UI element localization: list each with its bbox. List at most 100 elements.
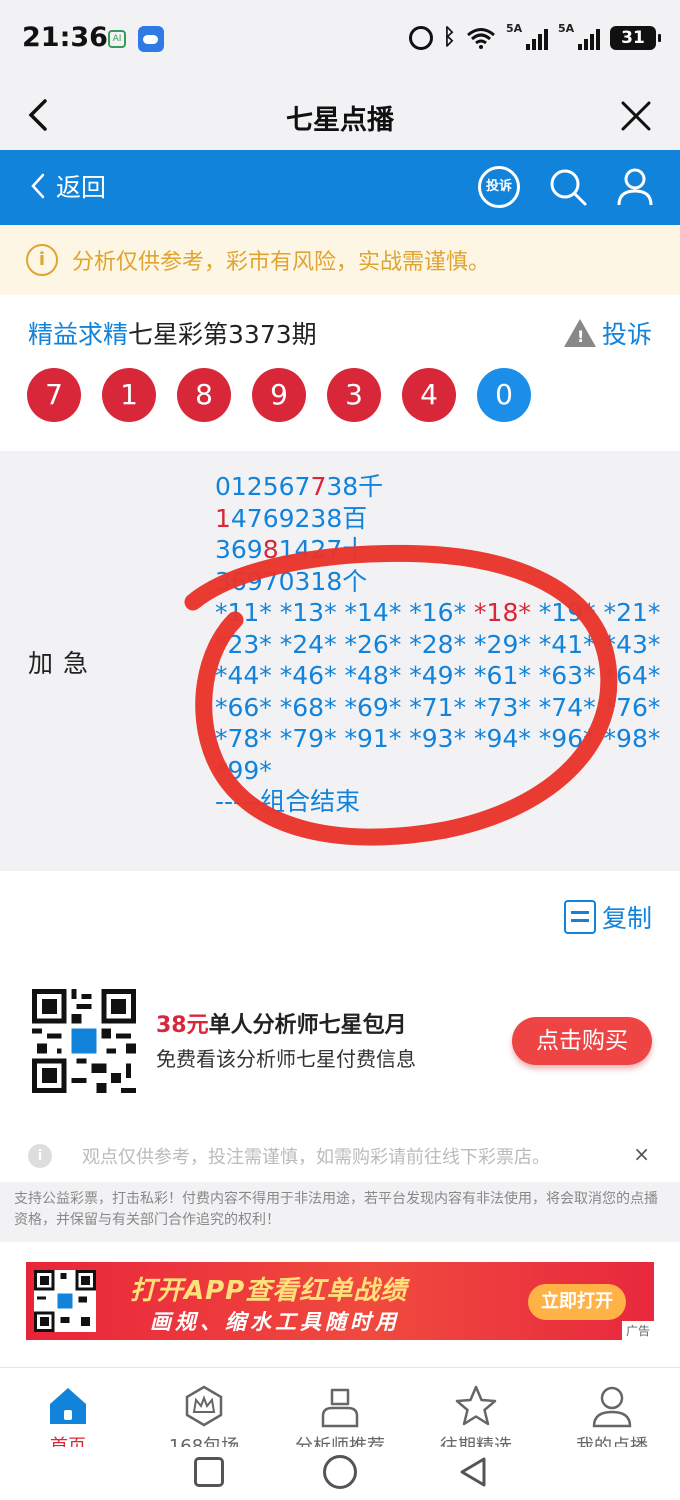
combo-row: *99* <box>215 755 272 785</box>
combo-row: *19* *21* <box>530 598 661 627</box>
promo-title: 38元单人分析师七星包月 <box>156 1007 407 1039</box>
back-button[interactable]: 返回 <box>30 168 106 204</box>
page-title: 七星点播 <box>286 105 394 136</box>
close-notice-button[interactable]: × <box>633 1142 650 1166</box>
app-ad-banner[interactable]: 打开APP查看红单战绩 画规、缩水工具随时用 立即打开 广告 <box>26 1262 654 1340</box>
line2-hit: 1 <box>215 503 231 533</box>
line1-hit: 7 <box>310 472 327 501</box>
tab-label: 我的点播 <box>576 1436 648 1447</box>
promo-price: 38元 <box>156 1013 209 1038</box>
info-icon: i <box>28 1144 52 1168</box>
user-icon <box>592 1386 632 1428</box>
signal-2-label: 5A <box>558 22 575 35</box>
info-icon: i <box>26 244 58 276</box>
system-nav-bar <box>0 1447 680 1500</box>
combo-row: *11* *13* *14* *16* <box>215 598 475 627</box>
status-icons: ᛒ 5A 5A 31 <box>408 22 661 50</box>
urgent-label: 加急 <box>28 649 99 678</box>
tab-history[interactable]: 往期精选 <box>408 1368 544 1447</box>
warning-icon: ! <box>563 319 596 347</box>
crown-icon <box>185 1385 223 1427</box>
recents-button[interactable] <box>194 1457 224 1487</box>
number-ball: 7 <box>27 368 81 422</box>
line1-part: 012567 <box>215 472 311 501</box>
number-ball: 1 <box>102 368 156 422</box>
qr-code <box>32 989 136 1093</box>
line3-part: 1427十 <box>278 535 368 564</box>
promo-name: 单人分析师七星包月 <box>208 1013 407 1038</box>
status-bar: 21:36 AI ᛒ 5A 5A 31 <box>0 0 680 78</box>
lottery-header-card: 精益求精七星彩第3373期 ! 投诉 7 1 8 9 3 4 0 <box>0 295 680 451</box>
tab-168[interactable]: 168包场 <box>136 1368 272 1447</box>
chevron-left-icon <box>31 173 45 199</box>
purchase-notice: i 观点仅供参考，投注需谨慎，如需购彩请前往线下彩票店。 × <box>0 1130 680 1182</box>
combo-hit: *18* <box>474 598 531 627</box>
status-time: 21:36 <box>22 22 108 53</box>
star-icon <box>455 1385 497 1426</box>
home-button[interactable] <box>323 1455 357 1489</box>
back-button[interactable] <box>456 1455 490 1489</box>
issue-label: 七星彩第3373期 <box>128 320 317 349</box>
signal-1-icon: 5A <box>506 22 548 50</box>
signal-2-icon: 5A <box>558 22 600 50</box>
buy-button[interactable]: 点击购买 <box>512 1017 652 1065</box>
tab-my-orders[interactable]: 我的点播 <box>544 1368 680 1447</box>
ai-app-icon: AI <box>108 30 126 48</box>
line4: 36970318个 <box>215 566 368 596</box>
battery-icon: 31 <box>610 26 661 50</box>
line2-part: 4769238百 <box>230 503 368 533</box>
tab-analyst[interactable]: 分析师推荐 <box>272 1368 408 1447</box>
card-title: 精益求精七星彩第3373期 <box>28 315 317 351</box>
promo-subtitle: 免费看该分析师七星付费信息 <box>156 1047 416 1071</box>
report-label: 投诉 <box>601 320 652 349</box>
line3-part: 369 <box>215 535 263 564</box>
line1-part: 38千 <box>326 472 384 501</box>
tab-label: 首页 <box>50 1436 86 1447</box>
combo-row: *66* *68* *69* *71* *73* *74* *76* <box>215 692 661 722</box>
qr-code <box>34 1270 96 1332</box>
purchase-notice-text: 观点仅供参考，投注需谨慎，如需购彩请前往线下彩票店。 <box>82 1147 550 1168</box>
copy-icon <box>563 900 596 934</box>
close-icon[interactable] <box>620 100 652 132</box>
home-icon <box>50 1388 86 1424</box>
search-icon[interactable] <box>548 167 588 207</box>
copy-label: 复制 <box>601 904 652 933</box>
ad-banner-section: 打开APP查看红单战绩 画规、缩水工具随时用 立即打开 广告 <box>0 1242 680 1367</box>
nav-bar: 返回 投诉 <box>0 150 680 225</box>
wifi-icon <box>467 28 495 49</box>
complain-button[interactable]: 投诉 <box>478 166 520 208</box>
tab-label: 168包场 <box>168 1436 240 1447</box>
number-ball: 4 <box>402 368 456 422</box>
user-icon[interactable] <box>616 167 654 207</box>
weather-app-icon <box>138 26 164 52</box>
notice-text: 分析仅供参考，彩市有风险，实战需谨慎。 <box>72 250 491 275</box>
tab-home[interactable]: 首页 <box>0 1368 136 1447</box>
copy-button[interactable]: 复制 <box>563 899 652 935</box>
line3-hit: 8 <box>262 535 279 564</box>
winning-numbers: 7 1 8 9 3 4 0 <box>27 368 531 422</box>
combo-row: *44* *46* *48* *49* *61* *63* *64* <box>215 661 661 690</box>
alarm-icon <box>408 26 433 50</box>
ad-tag: 广告 <box>621 1321 654 1340</box>
number-ball: 9 <box>252 368 306 422</box>
banner-subline: 画规、缩水工具随时用 <box>150 1310 400 1334</box>
number-ball: 8 <box>177 368 231 422</box>
combo-end: -----组合结束 <box>215 787 361 816</box>
signal-1-label: 5A <box>506 22 523 35</box>
banner-headline: 打开APP查看红单战绩 <box>130 1276 408 1306</box>
bottom-tab-bar: 首页 168包场 分析师推荐 往期精选 我的点播 <box>0 1367 680 1447</box>
tab-label: 往期精选 <box>440 1436 512 1447</box>
legal-disclaimer: 支持公益彩票，打击私彩！付费内容不得用于非法用途，若平台发现内容有非法使用，将会… <box>0 1182 680 1242</box>
back-label: 返回 <box>56 173 107 202</box>
special-number-ball: 0 <box>477 368 531 422</box>
tab-label: 分析师推荐 <box>295 1436 385 1447</box>
open-app-button[interactable]: 立即打开 <box>528 1284 626 1320</box>
report-button[interactable]: ! 投诉 <box>563 315 652 351</box>
analyst-icon <box>321 1388 359 1428</box>
author-name[interactable]: 精益求精 <box>28 320 128 349</box>
prediction-content: 加急 012567738千 14769238百 36981427十 369703… <box>0 451 680 871</box>
title-bar: 七星点播 <box>0 78 680 150</box>
subscription-promo: 38元单人分析师七星包月 免费看该分析师七星付费信息 点击购买 <box>32 989 652 1095</box>
risk-notice: i 分析仅供参考，彩市有风险，实战需谨慎。 <box>0 225 680 295</box>
prediction-text: 012567738千 14769238百 36981427十 36970318个… <box>215 471 660 818</box>
